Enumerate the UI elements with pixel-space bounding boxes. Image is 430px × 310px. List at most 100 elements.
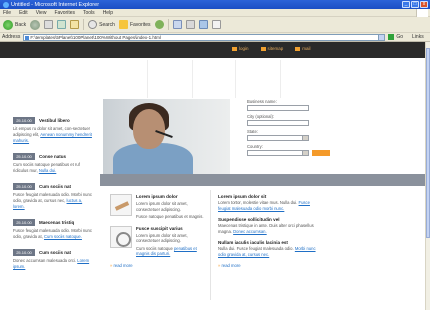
header-divider [280, 60, 281, 98]
business-name-label: Business name: [247, 99, 277, 104]
close-button[interactable]: x [420, 1, 428, 8]
print-icon[interactable] [185, 20, 195, 29]
feature-text: Cum sociis natoque [136, 245, 173, 251]
page-icon [25, 35, 30, 40]
sidebar-news: 25.10.00 Vestibul libero Lit empus ru do… [13, 117, 93, 279]
home-icon[interactable] [70, 20, 80, 29]
ie-icon [3, 1, 9, 8]
search-button[interactable]: Search [88, 20, 115, 29]
column-divider [210, 190, 211, 300]
state-select[interactable] [247, 135, 309, 141]
read-more-link[interactable]: read more [110, 263, 210, 268]
blurb-link[interactable]: Donec accumsan. [233, 229, 267, 234]
news-text: Donec accumsan malesuada orci. [13, 258, 77, 263]
hero-photo-operator [103, 99, 230, 175]
news-title: Conse natus [39, 154, 67, 159]
maximize-button[interactable]: □ [411, 1, 419, 8]
blurb: Suspendisse sollicitudin vel Maecenas tr… [218, 217, 318, 234]
news-link[interactable]: Nulla dui. [39, 168, 56, 173]
address-url: F:\templates\5Planet\100Planet\100%Witho… [30, 34, 161, 40]
blurb-text: Nulla dui. Fusce feugiat malesuada odio. [218, 246, 294, 251]
menubar: File Edit View Favorites Tools Help [0, 9, 430, 17]
feature-title: Lorem ipsum dolor [136, 194, 178, 199]
toplink-login[interactable]: login [232, 46, 249, 51]
mail-icon[interactable] [172, 20, 182, 29]
site-topbar-strip [0, 42, 425, 58]
address-label: Address [2, 34, 21, 40]
favorites-button[interactable]: Favorites [118, 20, 151, 29]
feature-item: Lorem ipsum dolor Lorem ipsum dolor sit … [110, 194, 210, 220]
menu-view[interactable]: View [36, 10, 47, 16]
news-date: 25.10.00 [13, 117, 35, 124]
content-column-right: Lorem ipsum dolor sit Lorem tortor, mole… [218, 194, 318, 268]
login-icon [232, 46, 237, 51]
window-title: Untitled - Microsoft Internet Explorer [11, 1, 100, 8]
edit-icon[interactable] [198, 20, 208, 29]
news-date: 25.10.00 [13, 153, 35, 160]
toplink-mail[interactable]: mail [295, 46, 311, 51]
news-date: 25.10.00 [13, 249, 35, 256]
site-header [0, 60, 425, 98]
stop-icon[interactable] [44, 20, 54, 29]
news-item: 25.10.00 Conse natus Cum sociis natoque … [13, 153, 93, 174]
business-name-input[interactable] [247, 105, 309, 111]
feature-item: Fusce suscipit varius Lorem ipsum dolor … [110, 225, 210, 257]
news-title: Vestibul libero [39, 118, 70, 123]
news-link[interactable]: Cum sociis natoque. [44, 234, 82, 239]
toolbar: Back Search Favorites [0, 17, 430, 33]
go-label: Go [396, 34, 404, 40]
content-column-left: Lorem ipsum dolor Lorem ipsum dolor sit … [110, 194, 210, 268]
history-icon[interactable] [154, 20, 164, 29]
go-arrow-icon [388, 34, 395, 40]
menu-favorites[interactable]: Favorites [54, 10, 75, 16]
header-divider [235, 60, 236, 98]
toplink-sitemap[interactable]: sitemap [260, 46, 283, 51]
blurb-title: Suspendisse sollicitudin vel [218, 217, 280, 222]
photo-face [133, 109, 165, 149]
go-button[interactable]: Go [388, 34, 403, 40]
toolbar-separator [83, 19, 85, 30]
pen-image [110, 194, 132, 216]
blurb-text: Lorem tortor, molestie vitae mus. Nulla … [218, 200, 298, 205]
forward-button[interactable] [30, 19, 41, 30]
city-label: City (optional): [247, 114, 274, 119]
discuss-icon[interactable] [211, 20, 221, 29]
form-submit-button[interactable] [312, 150, 330, 156]
window-buttons: _ □ x [402, 1, 428, 8]
header-divider [147, 60, 148, 98]
menu-help[interactable]: Help [103, 10, 113, 16]
news-title: Cum sociis nat [39, 184, 72, 189]
menu-tools[interactable]: Tools [83, 10, 95, 16]
scrollbar-thumb[interactable] [426, 48, 430, 238]
news-item: 25.10.00 Vestibul libero Lit empus ru do… [13, 117, 93, 144]
links-button[interactable]: Links [412, 34, 424, 40]
blurb-title: Nullam iaculis iaculis lacinia est [218, 240, 288, 245]
address-dropdown-button[interactable] [378, 33, 386, 41]
news-item: 25.10.00 Cum sociis nat Fusce feugiat ma… [13, 183, 93, 210]
feature-text: Lorem ipsum dolor sit amet, consectetuer… [136, 232, 188, 244]
toolbar-separator [167, 19, 169, 30]
feature-text: Lorem ipsum dolor sit amet, consectetuer… [136, 201, 188, 212]
header-divider [192, 60, 193, 98]
read-more-link[interactable]: read more [218, 263, 318, 268]
menu-file[interactable]: File [3, 10, 11, 16]
site-toplinks: login sitemap mail [232, 46, 311, 51]
back-arrow-icon [3, 19, 13, 30]
country-select[interactable] [247, 150, 309, 156]
minimize-button[interactable]: _ [402, 1, 410, 8]
back-button[interactable]: Back [3, 19, 27, 30]
blurb: Nullam iaculis iaculis lacinia est Nulla… [218, 240, 318, 257]
address-bar: Address F:\templates\5Planet\100Planet\1… [0, 33, 430, 42]
hero-banner: Business name: City (optional): State: C… [100, 99, 425, 175]
news-date: 25.10.00 [13, 183, 35, 190]
address-input[interactable]: F:\templates\5Planet\100Planet\100%Witho… [23, 33, 380, 41]
blurb-title: Lorem ipsum dolor sit [218, 194, 267, 199]
feature-title: Fusce suscipit varius [136, 225, 183, 231]
city-input[interactable] [247, 120, 309, 126]
watch-image [110, 225, 132, 248]
vertical-scrollbar[interactable] [425, 42, 430, 310]
mail-icon [295, 46, 301, 51]
menu-edit[interactable]: Edit [19, 10, 28, 16]
refresh-icon[interactable] [57, 20, 67, 29]
back-label: Back [15, 21, 27, 28]
